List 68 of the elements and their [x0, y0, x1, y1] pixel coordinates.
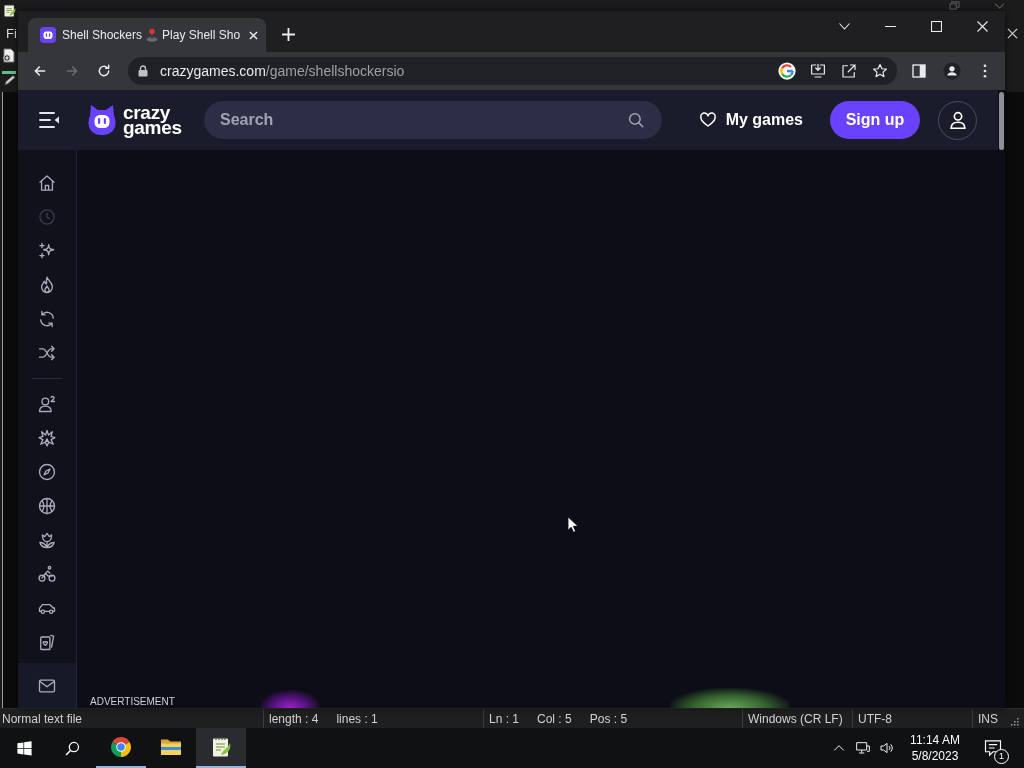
close-icon[interactable]: [1007, 27, 1018, 39]
plus-icon[interactable]: [282, 28, 296, 41]
lock-icon: [138, 65, 148, 77]
notification-count: 1: [994, 749, 1009, 764]
compass-icon[interactable]: [37, 462, 57, 482]
sparkles-icon[interactable]: [37, 241, 57, 261]
status-text: Ln : 1: [489, 711, 520, 726]
share-icon[interactable]: [840, 62, 858, 80]
scrollbar[interactable]: [999, 92, 1004, 150]
my-games-button[interactable]: My games: [698, 111, 803, 129]
cards-icon[interactable]: [37, 632, 57, 652]
ball-icon[interactable]: [37, 496, 57, 516]
volume-icon[interactable]: [879, 740, 895, 756]
sign-up-button[interactable]: Sign up: [830, 101, 920, 139]
ad-image-placeholder: [259, 690, 320, 708]
menu-icon[interactable]: [38, 110, 60, 130]
status-text: UTF-8: [858, 711, 892, 726]
person-icon[interactable]: [37, 394, 57, 414]
url-text: crazygames.com/game/shellshockersio: [160, 63, 405, 79]
search-field[interactable]: Search: [204, 101, 662, 139]
notepad-icon: [2, 3, 17, 18]
flower-icon[interactable]: [37, 530, 57, 550]
site-logo-icon: [40, 27, 56, 43]
close-icon[interactable]: [976, 20, 988, 32]
clock-date[interactable]: 5/8/2023: [911, 748, 959, 764]
browser-tab[interactable]: Shell Shockers Play Shell Sho: [28, 18, 267, 52]
shuffle-icon[interactable]: [37, 343, 57, 363]
status-text: Col : 5: [537, 711, 572, 726]
windows-logo-icon[interactable]: [15, 739, 33, 757]
cat-logo-icon[interactable]: [87, 104, 117, 136]
advertisement-label: ADVERTISEMENT: [90, 696, 175, 708]
status-text: Normal text file: [2, 711, 83, 726]
network-icon[interactable]: [855, 740, 871, 756]
status-text: Windows (CR LF): [748, 711, 843, 726]
minimize-icon[interactable]: [884, 25, 896, 27]
browser-icon: [109, 735, 133, 759]
search-icon[interactable]: [63, 739, 81, 757]
address-bar[interactable]: crazygames.com/game/shellshockersio: [128, 57, 897, 85]
reload-icon[interactable]: [96, 63, 112, 79]
maximize-icon[interactable]: [930, 20, 942, 32]
document-icon[interactable]: [2, 48, 16, 63]
joystick-icon: [146, 28, 159, 42]
house-icon[interactable]: [37, 173, 57, 193]
tab-title: Play Shell Sho: [162, 28, 241, 42]
cyclist-icon[interactable]: [37, 564, 57, 584]
explosion-icon[interactable]: [37, 428, 57, 448]
profile-icon[interactable]: [943, 62, 961, 80]
status-text: Pos : 5: [589, 711, 628, 726]
status-text: length : 4: [269, 711, 319, 726]
taskbar-app-button[interactable]: [196, 728, 246, 768]
g-logo-icon[interactable]: [778, 62, 796, 80]
status-text: lines : 1: [336, 711, 378, 726]
mouse-pointer-icon: [567, 515, 579, 534]
status-text: INS: [978, 711, 998, 726]
pencil-icon[interactable]: [2, 71, 16, 86]
chevron-down-icon[interactable]: [838, 22, 850, 30]
close-icon[interactable]: [249, 30, 259, 40]
heart-icon: [698, 111, 717, 129]
refresh-icon[interactable]: [37, 309, 57, 329]
back-icon[interactable]: [32, 63, 48, 79]
side-panel-icon[interactable]: [910, 62, 928, 80]
resize-grip-icon[interactable]: [1010, 717, 1019, 726]
clock-time[interactable]: 11:14 AM: [910, 732, 960, 748]
notification-icon[interactable]: [983, 738, 1003, 758]
tab-title: Shell Shockers: [62, 28, 143, 42]
install-icon[interactable]: [809, 62, 827, 80]
menu-item[interactable]: Fi: [6, 25, 17, 41]
star-icon[interactable]: [871, 62, 889, 80]
